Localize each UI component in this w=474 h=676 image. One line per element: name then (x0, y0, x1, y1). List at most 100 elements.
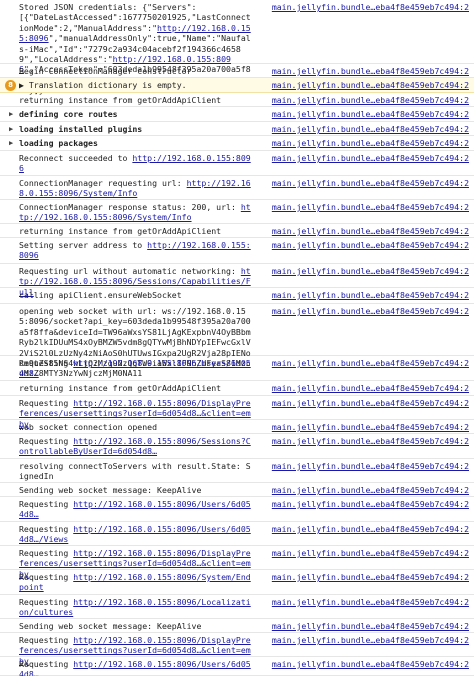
console-group-row[interactable]: ▶ defining core routes main.jellyfin.bundl… (0, 107, 474, 122)
console-message-text: resolving connectToServers with result.S… (19, 461, 251, 482)
console-message-text: Requesting (19, 499, 74, 509)
console-message-text: ConnectionManager response status: 200, … (19, 202, 241, 212)
console-log-row: calling apiClient.ensureWebSocket main.je… (0, 288, 474, 304)
source-file-link[interactable]: main.jellyfin.bundle…eba4f8e459eb7c494:2 (255, 178, 469, 188)
console-log-row: Requesting url without automatic network… (0, 264, 474, 297)
console-message-text: loading installed plugins (19, 124, 143, 134)
console-message: Begin ConnectionManager constructor (19, 66, 251, 76)
console-log-row: Requesting http://192.168.0.155:8096/Loc… (0, 595, 474, 619)
console-warning-row: 8 ▶ Translation dictionary is empty. main.… (0, 78, 474, 93)
console-log-row: Requesting http://192.168.0.155:8096/Use… (0, 356, 474, 381)
source-file-link[interactable]: main.jellyfin.bundle…eba4f8e459eb7c494:2 (255, 202, 469, 212)
source-file-link[interactable]: main.jellyfin.bundle…eba4f8e459eb7c494:2 (255, 485, 469, 495)
source-file-link[interactable]: main.jellyfin.bundle…eba4f8e459eb7c494:2 (255, 153, 469, 163)
console-message-text: Begin ConnectionManager constructor (19, 66, 192, 76)
console-message-text: Requesting (19, 548, 74, 558)
source-file-link[interactable]: main.jellyfin.bundle…eba4f8e459eb7c494:2 (255, 635, 469, 645)
console-log-row: Requesting http://192.168.0.155:8096/Use… (0, 497, 474, 522)
console-log-row: returning instance from getOrAddApiClien… (0, 224, 474, 238)
source-file-link[interactable]: main.jellyfin.bundle…eba4f8e459eb7c494:2 (255, 548, 469, 558)
console-log-row: web socket connection opened main.jellyfi… (0, 420, 474, 434)
console-message: Requesting http://192.168.0.155:8096/Sys… (19, 572, 251, 593)
source-file-link[interactable]: main.jellyfin.bundle…eba4f8e459eb7c494:2 (255, 398, 469, 408)
source-file-link[interactable]: main.jellyfin.bundle…eba4f8e459eb7c494:2 (255, 572, 469, 582)
console-message-text: returning instance from getOrAddApiClien… (19, 226, 222, 236)
source-file-link[interactable]: main.jellyfin.bundle…eba4f8e459eb7c494:2 (255, 266, 469, 276)
source-file-link[interactable]: main.jellyfin.bundle…eba4f8e459eb7c494:2 (255, 524, 469, 534)
console-log-row: Requesting http://192.168.0.155:8096/Dis… (0, 633, 474, 666)
source-file-link[interactable]: main.jellyfin.bundle…eba4f8e459eb7c494:2 (255, 240, 469, 250)
console-message-text: Requesting (19, 398, 74, 408)
source-file-link[interactable]: main.jellyfin.bundle…eba4f8e459eb7c494:2 (255, 290, 469, 300)
console-log-row: Requesting http://192.168.0.155:8096/Use… (0, 657, 474, 676)
source-file-link[interactable]: main.jellyfin.bundle…eba4f8e459eb7c494:2 (255, 358, 469, 368)
console-log-row: Requesting http://192.168.0.155:8096/Dis… (0, 546, 474, 579)
console-message-text: Requesting (19, 572, 74, 582)
console-log-row: Begin ConnectionManager constructor main.… (0, 64, 474, 78)
source-file-link[interactable]: main.jellyfin.bundle…eba4f8e459eb7c494:2 (255, 422, 469, 432)
console-message: returning instance from getOrAddApiClien… (19, 95, 251, 105)
console-message: ConnectionManager requesting url: http:/… (19, 178, 251, 199)
console-message: Requesting http://192.168.0.155:8096/Use… (19, 499, 251, 520)
source-file-link[interactable]: main.jellyfin.bundle…eba4f8e459eb7c494:2 (255, 306, 469, 316)
console-log-row: returning instance from getOrAddApiClien… (0, 381, 474, 396)
console-message: web socket connection opened (19, 422, 251, 432)
console-message: ▶ Translation dictionary is empty. (19, 80, 251, 90)
console-message-text: Reconnect succeeded to (19, 153, 133, 163)
console-message: Requesting http://192.168.0.155:8096/Use… (19, 524, 251, 545)
source-file-link[interactable]: main.jellyfin.bundle…eba4f8e459eb7c494:2 (255, 66, 469, 76)
console-message-text: Sending web socket message: KeepAlive (19, 485, 202, 495)
console-log-row: ConnectionManager response status: 200, … (0, 200, 474, 224)
console-log-row: Sending web socket message: KeepAlive mai… (0, 619, 474, 633)
disclosure-triangle-icon[interactable]: ▶ (9, 109, 17, 119)
source-file-link[interactable]: main.jellyfin.bundle…eba4f8e459eb7c494:2 (255, 436, 469, 446)
console-message: Requesting http://192.168.0.155:8096/Use… (19, 358, 251, 379)
console-message: returning instance from getOrAddApiClien… (19, 383, 251, 393)
warning-count-badge: 8 (5, 80, 16, 91)
console-message-text: Sending web socket message: KeepAlive (19, 621, 202, 631)
console-message-text: Requesting (19, 597, 74, 607)
console-message-text: defining core routes (19, 109, 118, 119)
console-message-text: Requesting (19, 358, 74, 368)
console-message: loading installed plugins (19, 124, 251, 134)
source-file-link[interactable]: main.jellyfin.bundle…eba4f8e459eb7c494:2 (255, 499, 469, 509)
source-file-link[interactable]: main.jellyfin.bundle…eba4f8e459eb7c494:2 (255, 2, 469, 12)
console-log-row: resolving connectToServers with result.S… (0, 459, 474, 483)
source-file-link[interactable]: main.jellyfin.bundle…eba4f8e459eb7c494:2 (255, 138, 469, 148)
source-file-link[interactable]: main.jellyfin.bundle…eba4f8e459eb7c494:2 (255, 621, 469, 631)
console-message: Requesting http://192.168.0.155:8096/Ses… (19, 436, 251, 457)
source-file-link[interactable]: main.jellyfin.bundle…eba4f8e459eb7c494:2 (255, 80, 469, 90)
console-log-row: Stored JSON credentials: {"Servers": [{"… (0, 0, 474, 95)
console-log-row: Reconnect succeeded to http://192.168.0.… (0, 151, 474, 176)
console-message: Requesting http://192.168.0.155:8096/Use… (19, 659, 251, 676)
source-file-link[interactable]: main.jellyfin.bundle…eba4f8e459eb7c494:2 (255, 659, 469, 669)
console-message-text: Setting server address to (19, 240, 148, 250)
console-group-row[interactable]: ▶ loading installed plugins main.jellyfin.… (0, 122, 474, 136)
console-message-text: loading packages (19, 138, 98, 148)
console-log-row: ConnectionManager requesting url: http:/… (0, 176, 474, 200)
source-file-link[interactable]: main.jellyfin.bundle…eba4f8e459eb7c494:2 (255, 461, 469, 471)
console-log-row: Setting server address to http://192.168… (0, 238, 474, 264)
disclosure-triangle-icon[interactable]: ▶ (9, 138, 17, 148)
source-file-link[interactable]: main.jellyfin.bundle…eba4f8e459eb7c494:2 (255, 597, 469, 607)
console-message: returning instance from getOrAddApiClien… (19, 226, 251, 236)
console-message-text: ConnectionManager requesting url: (19, 178, 187, 188)
source-file-link[interactable]: main.jellyfin.bundle…eba4f8e459eb7c494:2 (255, 109, 469, 119)
console-message-text: returning instance from getOrAddApiClien… (19, 383, 222, 393)
console-log-row: Sending web socket message: KeepAlive mai… (0, 483, 474, 497)
source-file-link[interactable]: main.jellyfin.bundle…eba4f8e459eb7c494:2 (255, 95, 469, 105)
console-message: Sending web socket message: KeepAlive (19, 621, 251, 631)
source-file-link[interactable]: main.jellyfin.bundle…eba4f8e459eb7c494:2 (255, 124, 469, 134)
console-group-row[interactable]: ▶ loading packages main.jellyfin.bundle…eb… (0, 136, 474, 151)
console-message-text: Requesting (19, 436, 74, 446)
console-message: Sending web socket message: KeepAlive (19, 485, 251, 495)
console-message: resolving connectToServers with result.S… (19, 461, 251, 482)
source-file-link[interactable]: main.jellyfin.bundle…eba4f8e459eb7c494:2 (255, 383, 469, 393)
console-message-text: returning instance from getOrAddApiClien… (19, 95, 222, 105)
console-message: Reconnect succeeded to http://192.168.0.… (19, 153, 251, 174)
console-log-row: Requesting http://192.168.0.155:8096/Sys… (0, 570, 474, 595)
console-message: ConnectionManager response status: 200, … (19, 202, 251, 223)
source-file-link[interactable]: main.jellyfin.bundle…eba4f8e459eb7c494:2 (255, 226, 469, 236)
console-message: defining core routes (19, 109, 251, 119)
disclosure-triangle-icon[interactable]: ▶ (9, 124, 17, 134)
